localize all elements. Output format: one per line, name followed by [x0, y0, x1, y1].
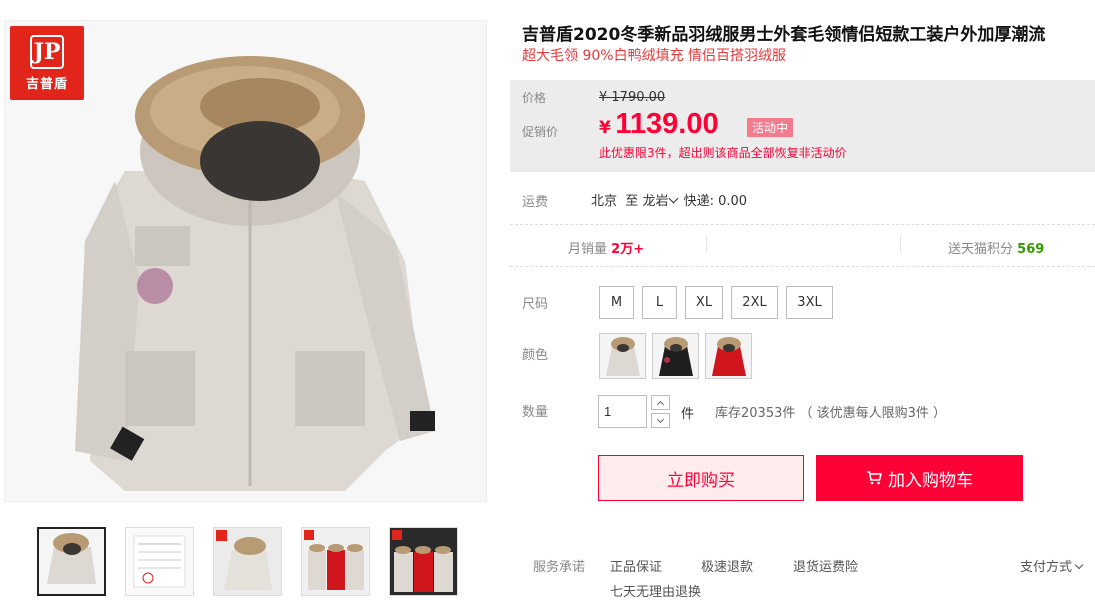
promo-note: 此优惠限3件，超出则该商品全部恢复非活动价 [599, 146, 847, 160]
price-panel: 价格 ¥ 1790.00 促销价 ¥ 1139.00 活动中 此优惠限3件，超出… [510, 80, 1095, 172]
thumbnail-1[interactable] [37, 527, 106, 596]
quantity-input[interactable] [598, 395, 647, 428]
size-option-2xl[interactable]: 2XL [731, 286, 778, 319]
color-options [599, 333, 752, 379]
promo-price: ¥ 1139.00 [599, 108, 719, 141]
thumbnail-2[interactable] [125, 527, 194, 596]
thumbnail-5[interactable] [389, 527, 458, 596]
promo-price-label: 促销价 [522, 125, 559, 139]
quantity-label: 数量 [522, 405, 549, 420]
brand-name: 吉普盾 [25, 76, 68, 92]
monthly-sales-value: 2万+ [611, 242, 645, 257]
original-price: ¥ 1790.00 [599, 90, 666, 105]
chevron-down-icon [1074, 560, 1084, 570]
payment-methods-dropdown[interactable]: 支付方式 [1020, 556, 1084, 575]
color-option-black[interactable] [652, 333, 699, 379]
currency-symbol: ¥ [599, 118, 611, 138]
color-label: 颜色 [522, 348, 549, 363]
size-option-m[interactable]: M [599, 286, 634, 319]
thumbnail-4[interactable] [301, 527, 370, 596]
activity-badge: 活动中 [747, 118, 794, 137]
shipping-label: 运费 [522, 195, 549, 210]
cart-icon [867, 471, 882, 485]
service-7day-return[interactable]: 七天无理由退换 [610, 581, 701, 600]
add-to-cart-label: 加入购物车 [888, 470, 973, 491]
chevron-down-icon [669, 193, 679, 204]
points-value: 569 [1017, 242, 1045, 257]
service-fast-refund[interactable]: 极速退款 [701, 556, 753, 575]
size-option-l[interactable]: L [642, 286, 677, 319]
color-option-red[interactable] [705, 333, 752, 379]
size-label: 尺码 [522, 297, 549, 312]
add-to-cart-button[interactable]: 加入购物车 [816, 455, 1023, 501]
divider [510, 266, 1095, 267]
size-option-xl[interactable]: XL [685, 286, 723, 319]
size-option-3xl[interactable]: 3XL [786, 286, 833, 319]
shipping-destination-select[interactable]: 龙岩 [642, 193, 679, 209]
shipping-destination: 龙岩 [642, 194, 669, 209]
monthly-sales: 月销量 2万+ [568, 238, 644, 257]
points-label: 送天猫积分 [948, 242, 1014, 257]
brand-logo: JP 吉普盾 [10, 26, 84, 100]
quantity-unit: 件 [681, 407, 695, 422]
thumbnail-3[interactable] [213, 527, 282, 596]
quantity-increase-button[interactable] [651, 395, 670, 410]
size-options: M L XL 2XL 3XL [599, 286, 833, 319]
monthly-sales-label: 月销量 [568, 242, 608, 257]
stock-info: 库存20353件 （ 该优惠每人限购3件 ） [715, 406, 947, 421]
tmall-points: 送天猫积分 569 [948, 238, 1044, 257]
divider [510, 224, 1095, 225]
buy-now-button[interactable]: 立即购买 [598, 455, 804, 501]
quantity-decrease-button[interactable] [651, 413, 670, 428]
brand-mark: JP [30, 34, 64, 69]
service-return-shipping[interactable]: 退货运费险 [793, 556, 858, 575]
price-label: 价格 [522, 91, 547, 105]
stat-divider [706, 235, 707, 253]
shipping-info: 北京 至 龙岩 快递: 0.00 [591, 190, 747, 209]
promo-price-value: 1139.00 [615, 108, 719, 140]
chevron-down-icon [656, 415, 665, 423]
service-genuine[interactable]: 正品保证 [610, 556, 662, 575]
chevron-up-icon [656, 400, 665, 408]
shipping-express: 快递: 0.00 [683, 194, 748, 209]
stat-divider [900, 235, 901, 253]
color-option-beige[interactable] [599, 333, 646, 379]
product-title: 吉普盾2020冬季新品羽绒服男士外套毛领情侣短款工装户外加厚潮流 [522, 25, 1046, 45]
shipping-from: 北京 [591, 194, 618, 209]
service-label: 服务承诺 [533, 560, 586, 575]
product-subtitle: 超大毛领 90%白鸭绒填充 情侣百搭羽绒服 [522, 48, 787, 64]
payment-methods-label: 支付方式 [1020, 560, 1073, 575]
shipping-to-word: 至 [625, 194, 639, 209]
thumbnail-strip [37, 527, 458, 596]
